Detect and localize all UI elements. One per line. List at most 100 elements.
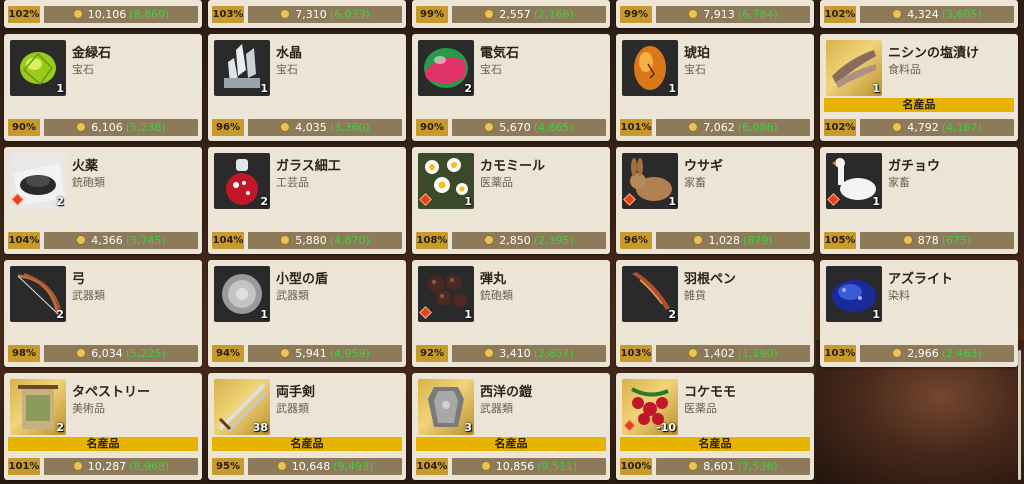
item-card[interactable]: 1 カモミール 医薬品 108% 2,850 (2,395) — [412, 147, 610, 254]
base-price: (4,870) — [329, 234, 370, 247]
bow-icon: 2 — [10, 266, 66, 322]
rabbit-icon: 1 — [622, 153, 678, 209]
price-value: 5,880 — [295, 234, 327, 247]
coin-icon — [280, 9, 291, 19]
coin-icon — [480, 461, 491, 471]
price-box: 5,880 (4,870) — [248, 232, 402, 249]
item-category: 銃砲類 — [72, 176, 105, 189]
coin-icon — [892, 9, 903, 19]
price-value: 10,106 — [87, 8, 127, 21]
price-percent: 104% — [416, 458, 448, 475]
price-box: 10,856 (9,511) — [452, 458, 606, 475]
price-box: 1,028 (879) — [656, 232, 810, 249]
price-value: 4,035 — [295, 121, 327, 134]
price-value: 2,966 — [907, 347, 939, 360]
quill-pen-icon: 2 — [622, 266, 678, 322]
price-box: 4,035 (3,360) — [248, 119, 402, 136]
quantity: 2 — [56, 308, 64, 321]
price-box: 4,792 (4,187) — [860, 119, 1014, 136]
item-card[interactable]: 99% 2,557 (2,166) — [412, 0, 610, 28]
quantity: 1 — [464, 195, 472, 208]
item-category: 武器類 — [276, 402, 309, 415]
quantity: -10 — [656, 421, 676, 434]
coin-icon — [484, 235, 495, 245]
item-name: コケモモ — [684, 385, 737, 400]
price-box: 4,324 (3,605) — [860, 6, 1014, 23]
quantity: 2 — [668, 308, 676, 321]
price-value: 7,062 — [703, 121, 735, 134]
item-card[interactable]: 102% 4,324 (3,605) — [820, 0, 1018, 28]
base-price: (7,536) — [737, 460, 778, 473]
quantity: 2 — [56, 421, 64, 434]
item-card[interactable]: 1 小型の盾 武器類 94% 5,941 (4,959) — [208, 260, 406, 367]
price-percent: 98% — [8, 345, 40, 362]
base-price: (2,166) — [533, 8, 574, 21]
price-value: 5,941 — [295, 347, 327, 360]
item-name: 琥珀 — [684, 46, 711, 61]
coin-icon — [276, 461, 287, 471]
coin-icon — [484, 122, 495, 132]
item-name: 火薬 — [72, 159, 99, 174]
price-box: 7,062 (6,086) — [656, 119, 810, 136]
price-box: 2,850 (2,395) — [452, 232, 606, 249]
price-percent: 99% — [620, 6, 652, 23]
item-card[interactable]: 2 タペストリー 美術品 名産品 101% 10,287 (8,968) — [4, 373, 202, 480]
item-card[interactable]: 1 琥珀 宝石 101% 7,062 (6,086) — [616, 34, 814, 141]
item-card[interactable]: 1 アズライト 染料 103% 2,966 (2,463) — [820, 260, 1018, 367]
item-name: 電気石 — [480, 46, 520, 61]
item-card[interactable]: 102% 10,106 (8,869) — [4, 0, 202, 28]
coin-icon — [280, 348, 291, 358]
item-card[interactable]: 1 金緑石 宝石 90% 6,106 (5,238) — [4, 34, 202, 141]
item-name: 両手剣 — [276, 385, 316, 400]
gunpowder-icon: 2 — [10, 153, 66, 209]
item-card[interactable]: 2 ガラス細工 工芸品 104% 5,880 (4,870) — [208, 147, 406, 254]
price-percent: 108% — [416, 232, 448, 249]
base-price: (3,745) — [125, 234, 166, 247]
price-box: 7,310 (6,033) — [248, 6, 402, 23]
item-card[interactable]: 38 両手剣 武器類 名産品 95% 10,648 (9,493) — [208, 373, 406, 480]
item-card[interactable]: -10 コケモモ 医薬品 名産品 100% 8,601 (7,536) — [616, 373, 814, 480]
price-box: 3,410 (2,857) — [452, 345, 606, 362]
item-card[interactable]: 1 水晶 宝石 96% 4,035 (3,360) — [208, 34, 406, 141]
base-price: (8,869) — [129, 8, 170, 21]
item-card[interactable]: 1 ウサギ 家畜 96% 1,028 (879) — [616, 147, 814, 254]
item-card[interactable]: 99% 7,913 (6,784) — [616, 0, 814, 28]
item-name: タペストリー — [72, 385, 151, 400]
price-box: 10,287 (8,968) — [44, 458, 198, 475]
item-card[interactable]: 1 ニシンの塩漬け 食料品 名産品 102% 4,792 (4,187) — [820, 34, 1018, 141]
item-card[interactable]: 2 弓 武器類 98% 6,034 (5,225) — [4, 260, 202, 367]
price-box: 878 (675) — [860, 232, 1014, 249]
item-card[interactable]: 2 火薬 銃砲類 104% 4,366 (3,745) — [4, 147, 202, 254]
item-name: 西洋の鎧 — [480, 385, 533, 400]
item-card[interactable]: 2 電気石 宝石 90% 5,670 (4,865) — [412, 34, 610, 141]
base-price: (675) — [941, 234, 972, 247]
coin-icon — [484, 9, 495, 19]
item-category: 宝石 — [276, 63, 298, 76]
item-name: 小型の盾 — [276, 272, 329, 287]
item-category: 宝石 — [480, 63, 502, 76]
item-name: カモミール — [480, 159, 546, 174]
quantity: 1 — [260, 82, 268, 95]
coin-icon — [72, 9, 83, 19]
chamomile-icon: 1 — [418, 153, 474, 209]
item-category: 家畜 — [888, 176, 910, 189]
price-percent: 102% — [824, 119, 856, 136]
scrollbar[interactable] — [1018, 350, 1021, 480]
amber-icon: 1 — [622, 40, 678, 96]
item-card[interactable]: 3 西洋の鎧 武器類 名産品 104% 10,856 (9,511) — [412, 373, 610, 480]
price-value: 6,106 — [91, 121, 123, 134]
item-card[interactable]: 1 弾丸 銃砲類 92% 3,410 (2,857) — [412, 260, 610, 367]
item-card[interactable]: 1 ガチョウ 家畜 105% 878 (675) — [820, 147, 1018, 254]
price-value: 10,856 — [495, 460, 535, 473]
base-price: (5,238) — [125, 121, 166, 134]
price-box: 1,402 (1,190) — [656, 345, 810, 362]
base-price: (1,190) — [737, 347, 778, 360]
price-box: 10,648 (9,493) — [248, 458, 402, 475]
item-category: 工芸品 — [276, 176, 309, 189]
price-box: 6,034 (5,225) — [44, 345, 198, 362]
quantity: 38 — [252, 421, 268, 434]
base-price: (4,187) — [941, 121, 982, 134]
item-card[interactable]: 103% 7,310 (6,033) — [208, 0, 406, 28]
price-box: 5,670 (4,865) — [452, 119, 606, 136]
item-card[interactable]: 2 羽根ペン 雑貨 103% 1,402 (1,190) — [616, 260, 814, 367]
